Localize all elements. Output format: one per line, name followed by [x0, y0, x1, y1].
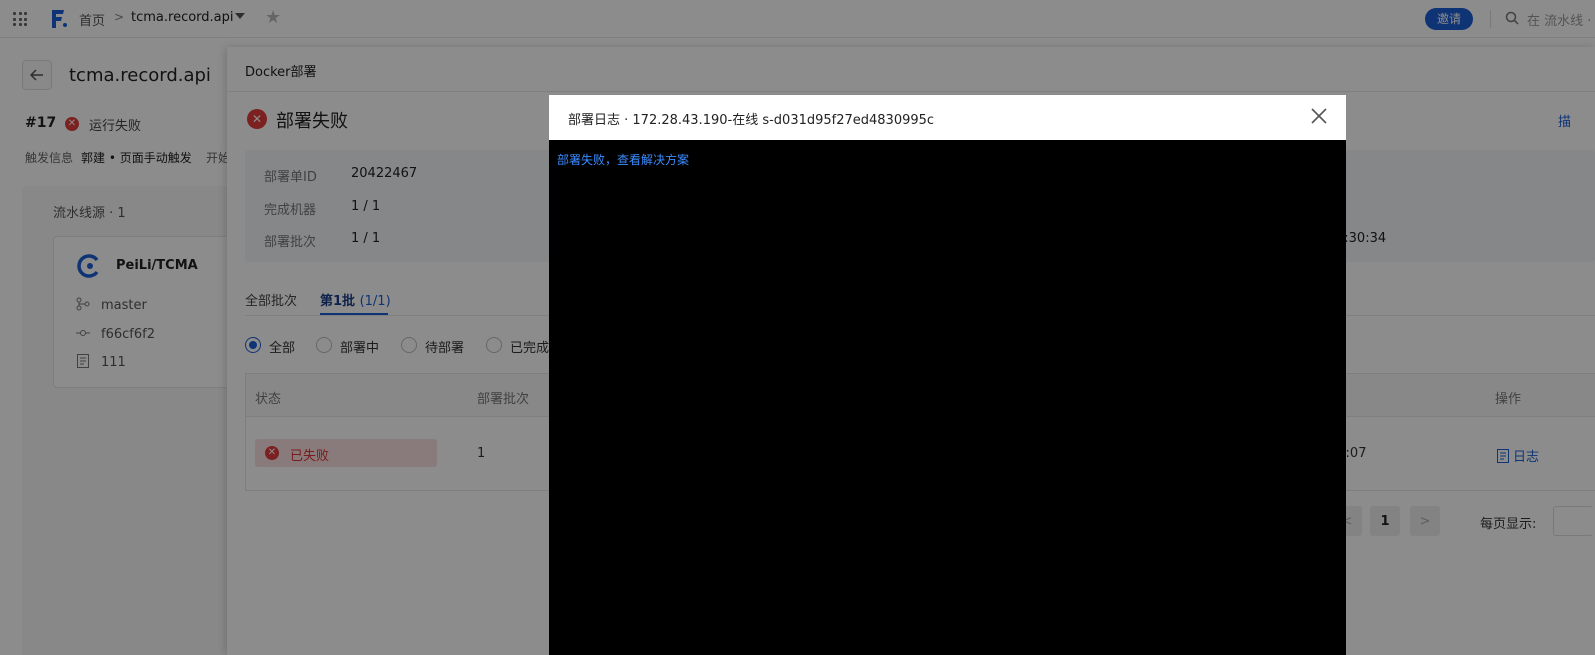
close-icon[interactable]	[1309, 106, 1329, 126]
solution-link[interactable]: 部署失败，查看解决方案	[557, 151, 689, 168]
modal-title: 部署日志 · 172.28.43.190-在线 s-d031d95f27ed48…	[568, 113, 935, 128]
modal-header: 部署日志 · 172.28.43.190-在线 s-d031d95f27ed48…	[549, 95, 1346, 140]
log-console[interactable]: 部署失败，查看解决方案	[549, 140, 1346, 655]
deploy-log-modal: 部署日志 · 172.28.43.190-在线 s-d031d95f27ed48…	[549, 95, 1346, 655]
